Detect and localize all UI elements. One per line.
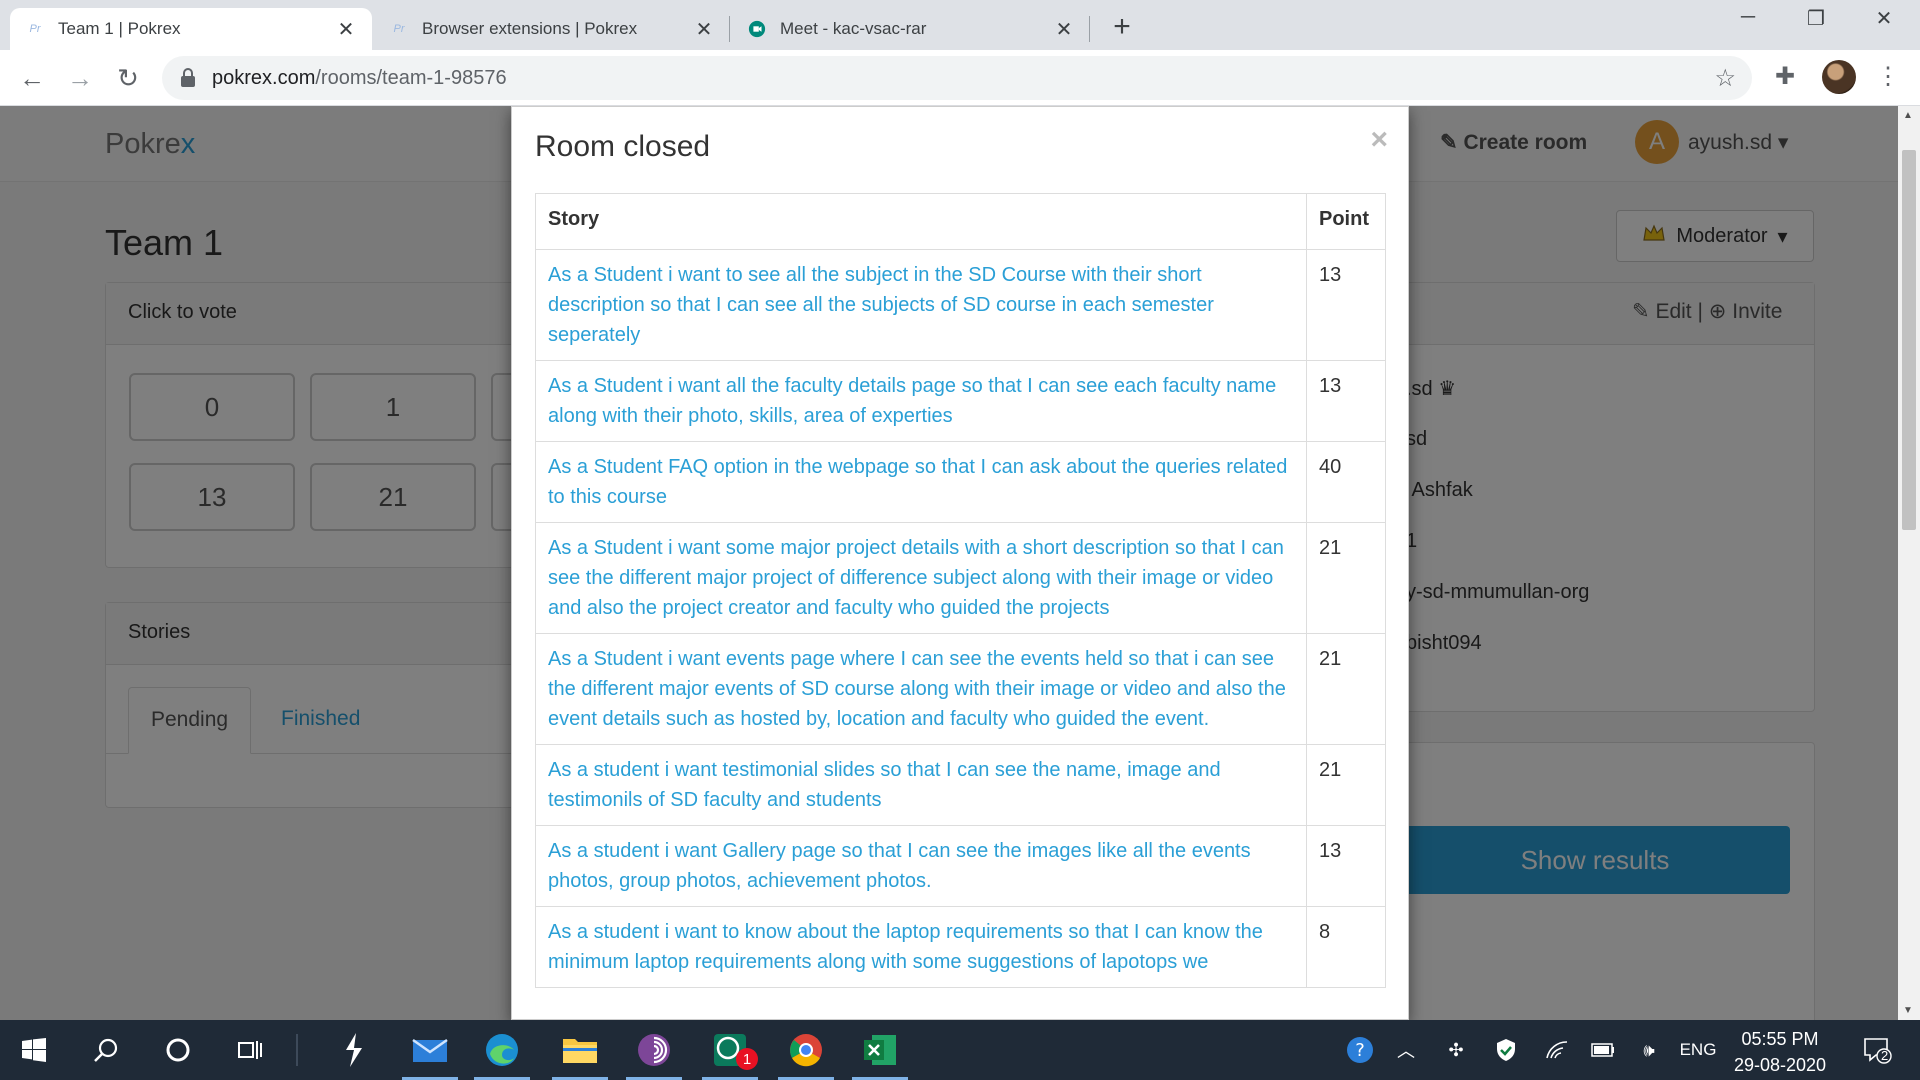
- table-row: As a Student i want events page where I …: [535, 633, 1386, 745]
- file-explorer-icon[interactable]: [546, 1020, 614, 1080]
- tab-separator: [1089, 16, 1090, 42]
- story-link[interactable]: As a student i want Gallery page so that…: [535, 825, 1307, 907]
- story-link[interactable]: As a Student i want to see all the subje…: [535, 249, 1307, 361]
- browser-toolbar: ← → ↻ pokrex.com/rooms/team-1-98576 ☆ ✚ …: [0, 50, 1920, 106]
- table-row: As a Student i want to see all the subje…: [535, 249, 1386, 361]
- wifi-icon[interactable]: [1540, 1020, 1574, 1080]
- modal-title: Room closed: [535, 130, 711, 163]
- stories-table: Story Point As a Student i want to see a…: [535, 193, 1386, 988]
- volume-icon[interactable]: 🕪: [1632, 1020, 1666, 1080]
- pokrex-favicon-icon: Pr: [29, 23, 41, 35]
- windows-taskbar: 1 ? ︿ ✣ 🕪 ENG 05:55 PM 29-08-2020 2: [0, 1020, 1920, 1080]
- tab-title: Meet - kac-vsac-rar: [780, 19, 927, 38]
- cortana-icon[interactable]: [144, 1020, 212, 1080]
- notification-badge: 1: [736, 1048, 758, 1070]
- story-point: 40: [1306, 441, 1386, 523]
- dropbox-icon[interactable]: ✣: [1440, 1020, 1472, 1080]
- table-row: As a student i want Gallery page so that…: [535, 825, 1386, 907]
- tab-team-1-pokrex[interactable]: Pr Team 1 | Pokrex ✕: [10, 8, 372, 50]
- extensions-puzzle-icon[interactable]: ✚: [1775, 62, 1795, 91]
- url-domain: pokrex.com: [212, 67, 316, 89]
- address-bar[interactable]: pokrex.com/rooms/team-1-98576 ☆: [162, 56, 1752, 100]
- mail-icon[interactable]: [396, 1020, 464, 1080]
- whatsapp-icon[interactable]: 1: [696, 1020, 764, 1080]
- story-link[interactable]: As a student i want testimonial slides s…: [535, 744, 1307, 826]
- meet-icon: [748, 20, 766, 38]
- tab-google-meet[interactable]: Meet - kac-vsac-rar ✕: [732, 8, 1090, 50]
- tray-chevron-icon[interactable]: ︿: [1390, 1020, 1422, 1080]
- column-header-story: Story: [535, 193, 1307, 250]
- action-center-icon[interactable]: 2: [1852, 1020, 1902, 1080]
- minimize-icon[interactable]: ─: [1728, 6, 1768, 29]
- app-s-icon[interactable]: [320, 1020, 388, 1080]
- browser-tab-strip: Pr Team 1 | Pokrex ✕ Pr Browser extensio…: [0, 0, 1920, 50]
- page-viewport: Pokrex ✎ Create room A ayush.sd ▾ Team 1…: [0, 106, 1898, 1020]
- table-header-row: Story Point: [535, 193, 1386, 250]
- story-link[interactable]: As a Student i want all the faculty deta…: [535, 360, 1307, 442]
- browser-menu-icon[interactable]: ⋮: [1876, 62, 1900, 91]
- chrome-icon[interactable]: [772, 1020, 840, 1080]
- taskbar-divider: [296, 1034, 298, 1066]
- tab-title: Team 1 | Pokrex: [58, 19, 181, 38]
- tor-browser-icon[interactable]: [620, 1020, 688, 1080]
- clock-date: 29-08-2020: [1733, 1055, 1827, 1075]
- table-row: As a Student FAQ option in the webpage s…: [535, 441, 1386, 523]
- story-point: 13: [1306, 360, 1386, 442]
- svg-text:?: ?: [1355, 1040, 1365, 1061]
- story-link[interactable]: As a student i want to know about the la…: [535, 906, 1307, 988]
- tab-browser-extensions[interactable]: Pr Browser extensions | Pokrex ✕: [374, 8, 730, 50]
- table-row: As a Student i want all the faculty deta…: [535, 360, 1386, 442]
- tab-separator: [729, 16, 730, 42]
- reload-icon[interactable]: ↻: [110, 60, 146, 96]
- page-scrollbar[interactable]: ▲ ▼: [1898, 106, 1920, 1020]
- back-icon[interactable]: ←: [14, 60, 50, 96]
- help-icon[interactable]: ?: [1340, 1020, 1380, 1080]
- profile-avatar[interactable]: [1822, 60, 1856, 94]
- bookmark-star-icon[interactable]: ☆: [1714, 64, 1736, 93]
- edge-icon[interactable]: [468, 1020, 536, 1080]
- notification-count: 2: [1881, 1048, 1889, 1063]
- column-header-point: Point: [1306, 193, 1386, 250]
- close-tab-icon[interactable]: ✕: [1054, 17, 1074, 42]
- story-link[interactable]: As a Student i want some major project d…: [535, 522, 1307, 634]
- table-row: As a student i want testimonial slides s…: [535, 744, 1386, 826]
- windows-start-icon[interactable]: [0, 1020, 68, 1080]
- pokrex-favicon-icon: Pr: [393, 23, 405, 35]
- close-tab-icon[interactable]: ✕: [336, 17, 356, 42]
- lock-icon[interactable]: [180, 68, 196, 93]
- story-point: 13: [1306, 825, 1386, 907]
- scrollbar-thumb[interactable]: [1902, 150, 1916, 530]
- security-shield-icon[interactable]: [1490, 1020, 1522, 1080]
- battery-icon[interactable]: [1586, 1020, 1620, 1080]
- scroll-down-icon[interactable]: ▼: [1903, 1005, 1913, 1016]
- excel-icon[interactable]: [846, 1020, 914, 1080]
- story-link[interactable]: As a Student FAQ option in the webpage s…: [535, 441, 1307, 523]
- room-closed-modal: Room closed × Story Point As a Student i…: [511, 106, 1409, 1020]
- close-window-icon[interactable]: ✕: [1864, 6, 1904, 31]
- table-row: As a student i want to know about the la…: [535, 906, 1386, 988]
- story-point: 21: [1306, 744, 1386, 826]
- close-tab-icon[interactable]: ✕: [694, 17, 714, 42]
- task-view-icon[interactable]: [216, 1020, 284, 1080]
- search-icon[interactable]: [72, 1020, 140, 1080]
- scroll-up-icon[interactable]: ▲: [1903, 110, 1913, 121]
- url-path: /rooms/team-1-98576: [315, 67, 507, 89]
- story-point: 13: [1306, 249, 1386, 361]
- new-tab-icon[interactable]: +: [1105, 10, 1139, 44]
- story-point: 21: [1306, 633, 1386, 745]
- story-point: 8: [1306, 906, 1386, 988]
- restore-icon[interactable]: ❐: [1796, 6, 1836, 31]
- clock-time: 05:55 PM: [1741, 1029, 1819, 1049]
- close-icon[interactable]: ×: [1370, 123, 1388, 157]
- story-link[interactable]: As a Student i want events page where I …: [535, 633, 1307, 745]
- clock[interactable]: 05:55 PM 29-08-2020: [1720, 1026, 1840, 1078]
- forward-icon[interactable]: →: [62, 60, 98, 96]
- table-row: As a Student i want some major project d…: [535, 522, 1386, 634]
- url-text[interactable]: pokrex.com/rooms/team-1-98576: [212, 67, 507, 90]
- language-indicator[interactable]: ENG: [1676, 1020, 1720, 1080]
- tab-title: Browser extensions | Pokrex: [422, 19, 638, 38]
- story-point: 21: [1306, 522, 1386, 634]
